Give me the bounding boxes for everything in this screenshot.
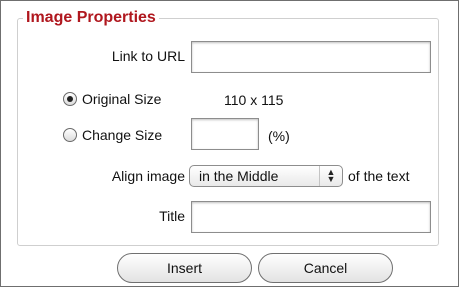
button-bar: Insert Cancel [1,250,458,286]
fieldset-legend: Image Properties [23,8,159,28]
original-size-label: Original Size [82,91,162,107]
align-suffix-label: of the text [348,168,410,184]
original-size-option[interactable]: Original Size [63,91,161,107]
align-image-label: Align image [111,168,185,184]
image-properties-dialog: Image Properties Link to URL Original Si… [0,0,459,287]
change-size-radio[interactable] [63,128,77,142]
align-select[interactable]: in the Middle ▲ ▼ [189,165,343,187]
title-label: Title [159,208,185,224]
insert-button[interactable]: Insert [117,253,252,283]
change-size-label: Change Size [82,127,163,143]
cancel-button[interactable]: Cancel [258,253,393,283]
title-input[interactable] [191,201,431,233]
change-size-option[interactable]: Change Size [63,127,162,143]
original-size-radio[interactable] [63,92,77,106]
link-url-label: Link to URL [111,48,185,64]
link-url-input[interactable] [191,41,431,73]
align-select-value: in the Middle [199,168,279,184]
select-arrows-icon: ▲ ▼ [319,166,342,186]
change-size-input[interactable] [191,118,259,150]
percent-unit-label: (%) [268,128,290,144]
original-dimensions: 110 x 115 [224,92,284,108]
